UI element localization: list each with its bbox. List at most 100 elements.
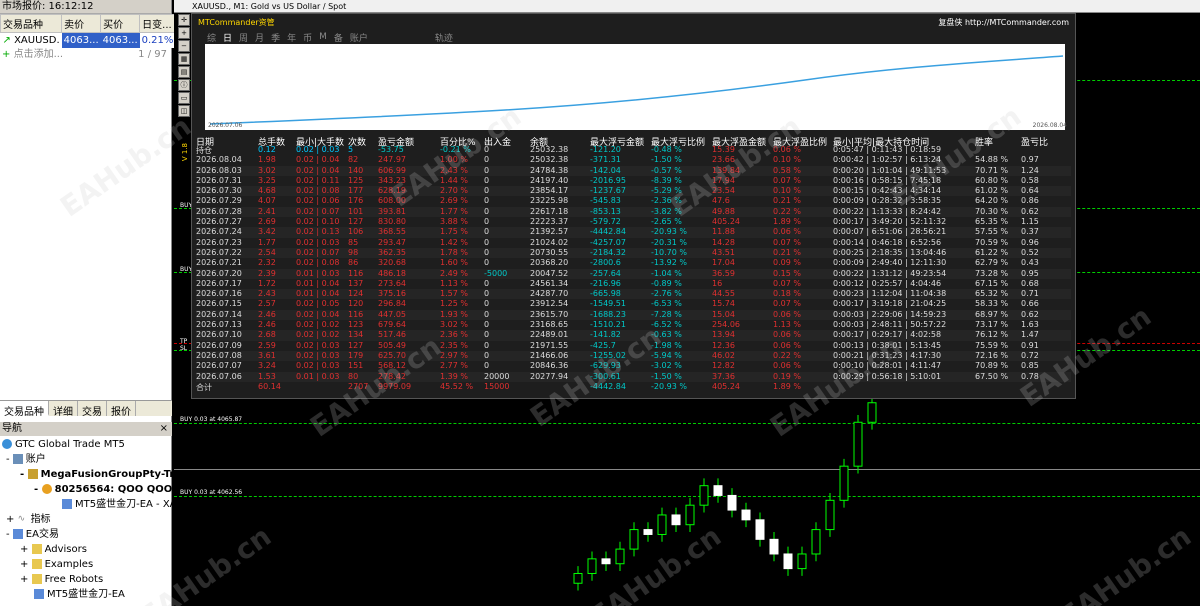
stats-cell-win: 75.59 %	[975, 340, 1009, 350]
nav-item-broker[interactable]: GTC Global Trade MT5	[0, 437, 172, 452]
nav-item-examples[interactable]: + Examples	[0, 557, 172, 572]
stats-cell-time: 0:00:23 | 1:12:04 | 11:04:38	[833, 289, 947, 299]
chart-icon[interactable]: ▭	[178, 92, 190, 104]
tab-magic[interactable]: M	[319, 32, 327, 42]
tab-currency[interactable]: 币	[303, 31, 312, 44]
column-header-change[interactable]: 日变...	[139, 14, 176, 33]
stats-cell-minmax: 0.02 | 0.08	[296, 258, 340, 268]
stats-cell-io: 0	[484, 350, 490, 360]
stats-cell-bal: 22617.18	[530, 206, 569, 216]
stats-cell-minmax: 0.01 | 0.03	[296, 371, 340, 381]
stats-cell-fpp: 1.89 %	[773, 217, 801, 227]
stats-cell-count: 124	[348, 289, 364, 299]
panel-brand: MTCommander资管	[198, 17, 275, 27]
stats-cell-rr: 0.91	[1021, 340, 1039, 350]
tab-account[interactable]: 账户	[350, 31, 368, 44]
stats-cell-count: 127	[348, 217, 364, 227]
stats-cell-time: 0:00:17 | 3:49:20 | 52:11:32	[833, 217, 947, 227]
tab-symbols[interactable]: 交易品种	[0, 401, 49, 418]
stats-cell-date: 2026.08.03	[196, 165, 242, 175]
stats-cell-lots: 2.43	[258, 289, 276, 299]
stats-row: 2026.07.20 2.39 0.01 | 0.03 116 486.18 2.49 %…	[196, 269, 1071, 279]
zoom-in-icon[interactable]: +	[178, 27, 190, 39]
stats-cell-rr: 0.58	[1021, 175, 1039, 185]
stats-cell-win: 70.71 %	[975, 165, 1009, 175]
tab-month[interactable]: 月	[255, 31, 264, 44]
left-panel: 市场报价: 16:12:12 交易品种 卖价 买价 日变... ↗ XAUUSD…	[0, 0, 176, 606]
nav-item-server[interactable]: - MegaFusionGroupPty-Trad	[0, 467, 172, 482]
stats-cell-rr: 1.63	[1021, 320, 1039, 330]
stats-cell-win: 72.16 %	[975, 350, 1009, 360]
stats-cell-pnl: 362.35	[378, 247, 406, 257]
zoom-out-icon[interactable]: −	[178, 40, 190, 52]
nav-item-accounts[interactable]: - 账户	[0, 452, 172, 467]
nav-item-ea[interactable]: - EA交易	[0, 527, 172, 542]
stats-cell-bal: 23225.98	[530, 196, 569, 206]
column-header-ask[interactable]: 买价	[100, 14, 141, 33]
nav-item-running-ea[interactable]: MT5盛世金刀-EA - XA	[0, 497, 172, 512]
tab-track[interactable]: 轨迹	[435, 31, 453, 44]
nav-item-advisors[interactable]: + Advisors	[0, 542, 172, 557]
tab-year[interactable]: 年	[287, 31, 296, 44]
stats-cell-fl: -853.13	[590, 206, 621, 216]
nav-item-indicators[interactable]: + ∿ 指标	[0, 512, 172, 527]
mt5-window: 市场报价: 16:12:12 交易品种 卖价 买价 日变... ↗ XAUUSD…	[0, 0, 1200, 606]
grid-icon[interactable]: ▦	[178, 53, 190, 65]
stats-cell-bal: 21466.06	[530, 350, 569, 360]
stats-cell-count: 116	[348, 309, 364, 319]
stats-cell-flp: -0.89 %	[651, 278, 682, 288]
stats-cell-fl: -4442.84	[590, 227, 626, 237]
tab-week[interactable]: 周	[239, 31, 248, 44]
nav-item-free-robots[interactable]: + Free Robots	[0, 572, 172, 587]
stats-cell-date: 2026.07.28	[196, 206, 242, 216]
panel-link[interactable]: 复盘侠 http://MTCommander.com	[938, 17, 1069, 28]
stats-cell-bal: 20368.20	[530, 258, 569, 268]
tab-quarter[interactable]: 季	[271, 31, 280, 44]
tab-comment[interactable]: 备	[334, 31, 343, 44]
market-watch-table: 交易品种 卖价 买价 日变... ↗ XAUUSD. 4063... 4063.…	[0, 14, 176, 48]
stats-cell-date: 2026.07.15	[196, 299, 242, 309]
crosshair-icon[interactable]: ✛	[178, 14, 190, 26]
column-header-bid[interactable]: 卖价	[61, 14, 102, 33]
stats-cell-fp: 43.51	[712, 247, 735, 257]
stats-cell-fpp: 0.06 %	[773, 361, 801, 371]
stats-cell-lots: 3.42	[258, 227, 276, 237]
stats-cell-fpp: 0.07 %	[773, 175, 801, 185]
stats-cell-fl: -1237.67	[590, 186, 626, 196]
stats-cell-flp: -6.52 %	[651, 320, 682, 330]
close-icon[interactable]: ×	[160, 422, 168, 436]
stats-cell-fpp: 0.07 %	[773, 278, 801, 288]
stats-cell-fp: 16	[712, 278, 723, 288]
stats-cell-date: 2026.07.13	[196, 320, 242, 330]
stats-cell-bal: 20047.52	[530, 268, 569, 278]
stats-cell-io: 0	[484, 320, 490, 330]
add-symbol-row[interactable]: + 点击添加... 1 / 97	[0, 48, 171, 62]
stats-cell-date: 2026.07.21	[196, 258, 242, 268]
column-header-symbol[interactable]: 交易品种	[0, 14, 63, 33]
tab-details[interactable]: 详细	[49, 401, 78, 418]
stats-cell-count: 123	[348, 320, 364, 330]
stats-cell-minmax: 0.02 | 0.08	[296, 186, 340, 196]
stats-cell-fl: -141.82	[590, 330, 621, 340]
stats-cell-rr: 0.52	[1021, 247, 1039, 257]
period-icon[interactable]: ▤	[178, 66, 190, 78]
market-watch-tabs: 交易品种 详细 交易 报价	[0, 400, 172, 418]
stats-cell-date: 2026.07.07	[196, 361, 242, 371]
start-date: 2026.07.06	[208, 122, 243, 129]
stats-cell-date: 2026.07.30	[196, 186, 242, 196]
stats-cell-win: 65.35 %	[975, 217, 1009, 227]
stats-cell-bal: 23615.70	[530, 309, 569, 319]
symbol-row[interactable]: ↗ XAUUSD. 4063... 4063... 0.21%	[0, 32, 176, 48]
nav-item-account[interactable]: - 80256564: QOO QOO	[0, 482, 172, 497]
tab-ticks[interactable]: 报价	[107, 401, 136, 418]
stats-cell-flp: -2.65 %	[651, 217, 682, 227]
stats-cell-fp: 13.94	[712, 330, 735, 340]
stats-cell-fpp: 0.06 %	[773, 309, 801, 319]
stats-cell-flp: -13.92 %	[651, 258, 687, 268]
tab-trading[interactable]: 交易	[78, 401, 107, 418]
tab-overview[interactable]: 综	[207, 31, 216, 44]
info-icon[interactable]: ⓘ	[178, 79, 190, 91]
tab-day[interactable]: 日	[223, 31, 232, 44]
stats-cell-lots: 2.54	[258, 247, 276, 257]
stats-cell-minmax: 0.02 | 0.07	[296, 247, 340, 257]
